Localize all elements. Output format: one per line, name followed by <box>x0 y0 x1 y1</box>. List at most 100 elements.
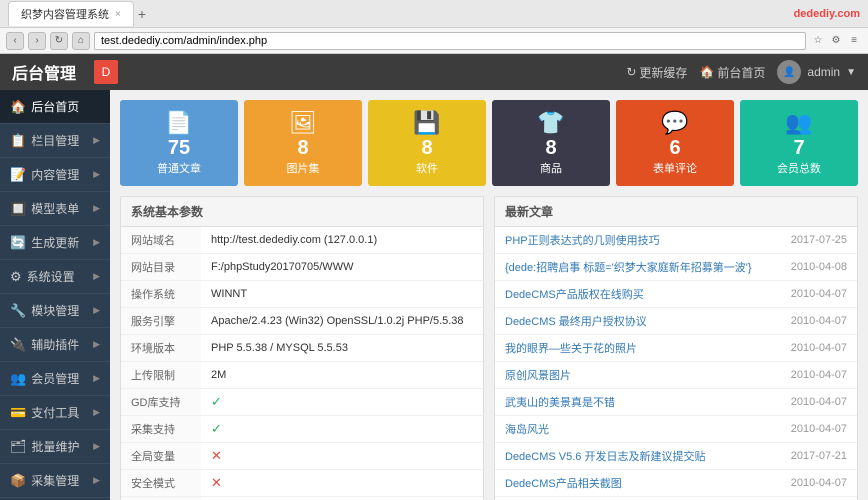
top-header: 后台管理 D ↻ 更新缓存 🏠 前台首页 👤 admin ▼ <box>0 54 868 90</box>
system-info-body: 网站域名 http://test.dedediy.com (127.0.0.1)… <box>121 227 483 500</box>
update-cache-button[interactable]: ↻ 更新缓存 <box>626 64 687 81</box>
sidebar-item-payment[interactable]: 💳 支付工具 ▶ <box>0 396 110 430</box>
sidebar-item-settings[interactable]: ⚙ 系统设置 ▶ <box>0 260 110 294</box>
sidebar-arrow-icon-7: ▶ <box>93 339 100 350</box>
sidebar-item-collect[interactable]: 📦 采集管理 ▶ <box>0 464 110 498</box>
table-row[interactable]: 原创风景图片 2010-04-07 <box>495 362 857 389</box>
sidebar-arrow-icon: ▶ <box>93 135 100 146</box>
sidebar-item-modules[interactable]: 🔧 模块管理 ▶ <box>0 294 110 328</box>
stat-card-goods[interactable]: 👕 8 商品 <box>492 100 610 186</box>
menu-icon[interactable]: ≡ <box>846 33 862 49</box>
tab-close-icon[interactable]: × <box>115 9 121 20</box>
images-stat-count: 8 <box>297 138 308 158</box>
info-value: ✕ <box>201 497 483 500</box>
article-title: 武夷山的美景真是不错 <box>495 389 777 416</box>
cross-icon: ✕ <box>211 448 222 463</box>
sidebar-item-plugins[interactable]: 🔌 辅助插件 ▶ <box>0 328 110 362</box>
articles-stat-count: 75 <box>168 138 190 158</box>
sidebar-item-label-batch: 批量维护 <box>32 438 94 455</box>
table-row[interactable]: DedeCMS产品版权在线购买 2010-04-07 <box>495 281 857 308</box>
refresh-button[interactable]: ↻ <box>50 32 68 50</box>
home-button[interactable]: ⌂ <box>72 32 90 50</box>
table-row[interactable]: DedeCMS产品相关截图 2010-04-07 <box>495 470 857 497</box>
sidebar-item-batch[interactable]: 🗂 批量维护 ▶ <box>0 430 110 464</box>
table-row[interactable]: 农家小辣丝瓜架下 2010-04-07 <box>495 497 857 500</box>
info-value: http://test.dedediy.com (127.0.0.1) <box>201 227 483 254</box>
sidebar-item-label-generate: 生成更新 <box>31 234 93 251</box>
sidebar-arrow-icon-8: ▶ <box>93 373 100 384</box>
model-sidebar-icon: 🔲 <box>10 201 26 217</box>
comments-stat-label: 表单评论 <box>653 160 697 176</box>
cross-icon: ✕ <box>211 475 222 490</box>
sidebar-item-label-model: 模型表单 <box>31 200 93 217</box>
members-stat-count: 7 <box>793 138 804 158</box>
stat-card-software[interactable]: 💾 8 软件 <box>368 100 486 186</box>
sidebar-item-members[interactable]: 👥 会员管理 ▶ <box>0 362 110 396</box>
stat-card-comments[interactable]: 💬 6 表单评论 <box>616 100 734 186</box>
article-date: 2010-04-07 <box>777 470 857 497</box>
user-info: 👤 admin ▼ <box>777 60 856 84</box>
stat-card-members[interactable]: 👥 7 会员总数 <box>740 100 858 186</box>
app: 后台管理 D ↻ 更新缓存 🏠 前台首页 👤 admin ▼ 🏠 后台首页 <box>0 54 868 500</box>
info-label: 服务引擎 <box>121 308 201 335</box>
home-sidebar-icon: 🏠 <box>10 99 26 115</box>
table-row[interactable]: 我的眼界—些关于花的照片 2010-04-07 <box>495 335 857 362</box>
info-value: WINNT <box>201 281 483 308</box>
main-content: 📄 75 普通文章 🖼 8 图片集 💾 8 软件 👕 8 商品 <box>110 90 868 500</box>
info-label: 网站域名 <box>121 227 201 254</box>
article-date: 2010-04-07 <box>777 416 857 443</box>
sidebar-item-label-columns: 栏目管理 <box>31 132 93 149</box>
check-icon: ✓ <box>211 394 222 409</box>
table-row[interactable]: PHP正则表达式的几则使用技巧 2017-07-25 <box>495 227 857 254</box>
article-title: DedeCMS产品相关截图 <box>495 470 777 497</box>
sidebar-arrow-icon-10: ▶ <box>93 441 100 452</box>
front-page-button[interactable]: 🏠 前台首页 <box>699 64 765 81</box>
comments-stat-count: 6 <box>669 138 680 158</box>
sidebar-item-label-content: 内容管理 <box>31 166 93 183</box>
sidebar-item-generate[interactable]: 🔄 生成更新 ▶ <box>0 226 110 260</box>
article-title: DedeCMS 最终用户授权协议 <box>495 308 777 335</box>
user-avatar: 👤 <box>777 60 801 84</box>
table-row[interactable]: DedeCMS V5.6 开发日志及新建议提交贴 2017-07-21 <box>495 443 857 470</box>
sidebar-item-columns[interactable]: 📋 栏目管理 ▶ <box>0 124 110 158</box>
stat-card-articles[interactable]: 📄 75 普通文章 <box>120 100 238 186</box>
forward-button[interactable]: › <box>28 32 46 50</box>
body: 🏠 后台首页 📋 栏目管理 ▶ 📝 内容管理 ▶ 🔲 模型表单 ▶ 🔄 生成更新 <box>0 90 868 500</box>
browser-tab[interactable]: 织梦内容管理系统 × <box>8 1 134 26</box>
back-button[interactable]: ‹ <box>6 32 24 50</box>
bookmark-icon[interactable]: ☆ <box>810 33 826 49</box>
batch-sidebar-icon: 🗂 <box>10 439 27 455</box>
sidebar-item-content[interactable]: 📝 内容管理 ▶ <box>0 158 110 192</box>
table-row[interactable]: DedeCMS 最终用户授权协议 2010-04-07 <box>495 308 857 335</box>
article-title: 海岛风光 <box>495 416 777 443</box>
article-date: 2017-07-25 <box>777 227 857 254</box>
sidebar-arrow-icon-6: ▶ <box>93 305 100 316</box>
info-value: F:/phpStudy20170705/WWW <box>201 254 483 281</box>
url-input[interactable] <box>94 32 806 50</box>
settings-icon[interactable]: ⚙ <box>828 33 844 49</box>
article-title: 我的眼界—些关于花的照片 <box>495 335 777 362</box>
table-row[interactable]: 海岛风光 2010-04-07 <box>495 416 857 443</box>
user-dropdown-icon[interactable]: ▼ <box>846 67 856 78</box>
table-row: 采集支持 ✓ <box>121 416 483 443</box>
sidebar-item-home[interactable]: 🏠 后台首页 <box>0 90 110 124</box>
info-label: 采集支持 <box>121 416 201 443</box>
address-bar: ‹ › ↻ ⌂ ☆ ⚙ ≡ <box>0 28 868 54</box>
table-row[interactable]: {dede:招聘启事 标题='织梦大家庭新年招募第一波'} 2010-04-08 <box>495 254 857 281</box>
article-date: 2010-04-08 <box>777 254 857 281</box>
article-title: DedeCMS产品版权在线购买 <box>495 281 777 308</box>
tab-add-icon[interactable]: + <box>138 6 146 22</box>
info-label: GD库支持 <box>121 389 201 416</box>
article-date: 2010-04-07 <box>777 308 857 335</box>
images-stat-label: 图片集 <box>287 160 320 176</box>
table-row: 环境版本 PHP 5.5.38 / MYSQL 5.5.53 <box>121 335 483 362</box>
table-row[interactable]: 武夷山的美景真是不错 2010-04-07 <box>495 389 857 416</box>
info-label: 魔法函数 <box>121 497 201 500</box>
sidebar-item-model[interactable]: 🔲 模型表单 ▶ <box>0 192 110 226</box>
sidebar-item-label-collect: 采集管理 <box>31 472 93 489</box>
article-title: {dede:招聘启事 标题='织梦大家庭新年招募第一波'} <box>495 254 777 281</box>
payment-sidebar-icon: 💳 <box>10 405 26 421</box>
sidebar-arrow-icon-9: ▶ <box>93 407 100 418</box>
info-value: PHP 5.5.38 / MYSQL 5.5.53 <box>201 335 483 362</box>
stat-card-images[interactable]: 🖼 8 图片集 <box>244 100 362 186</box>
